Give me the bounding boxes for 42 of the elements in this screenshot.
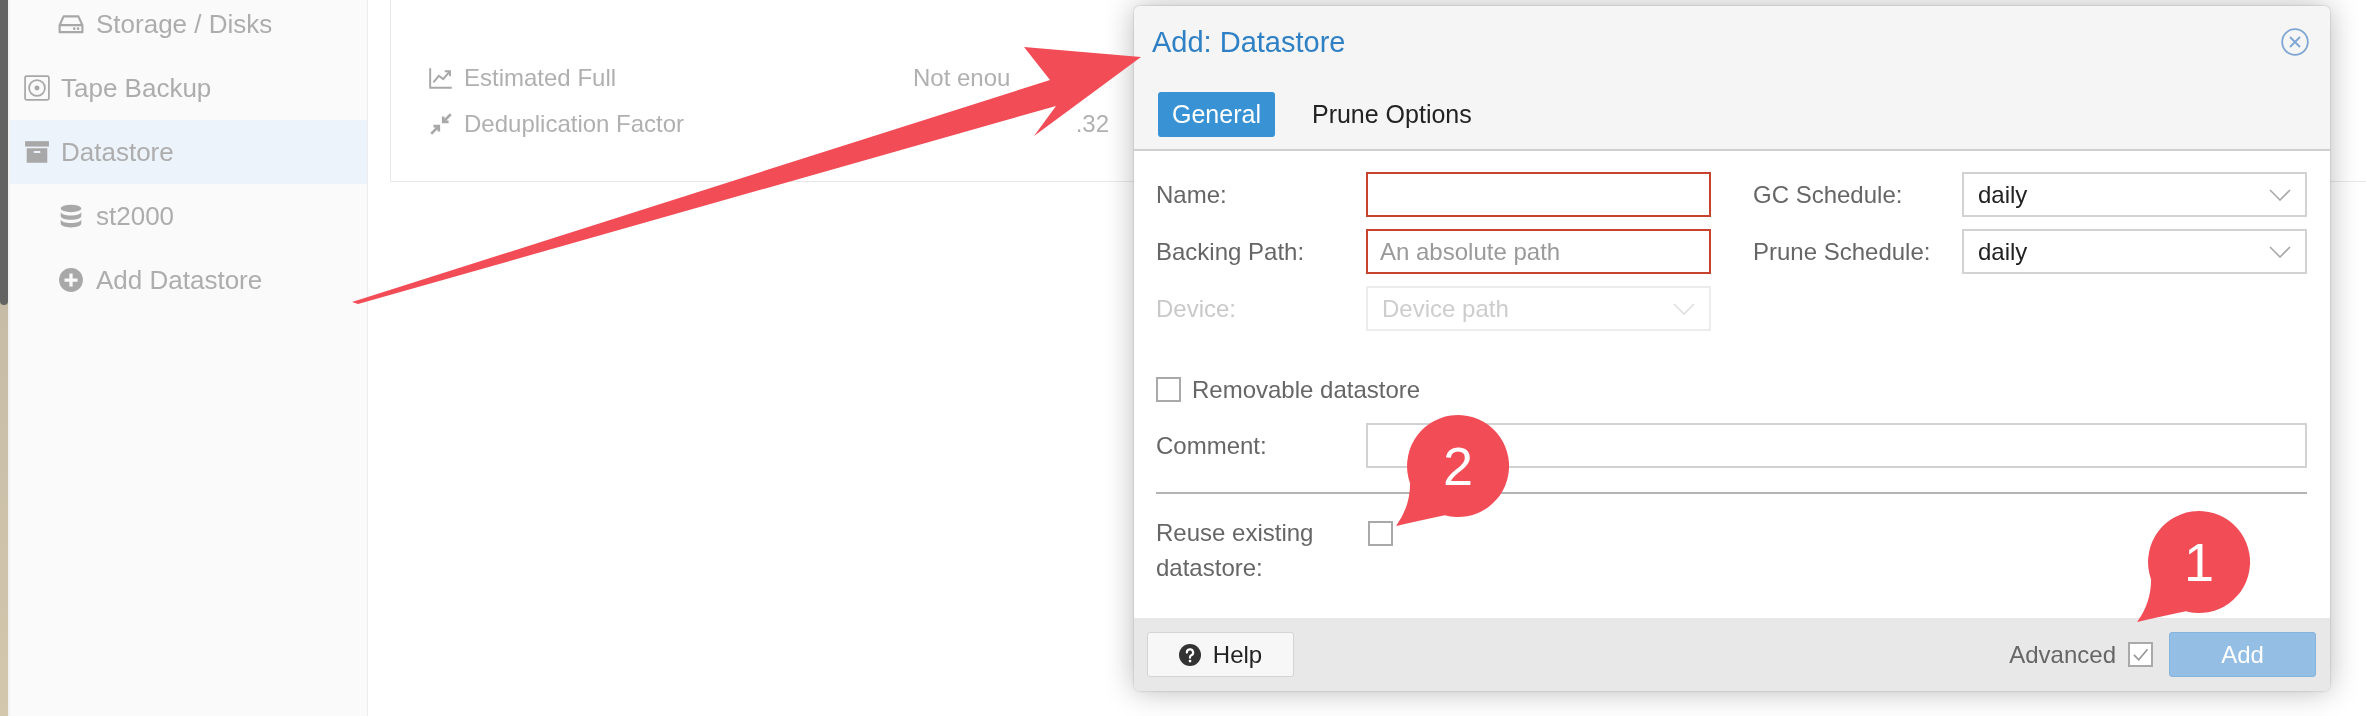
chevron-down-icon xyxy=(1673,302,1695,315)
field-label: Backing Path: xyxy=(1156,237,1306,266)
sidebar-item[interactable]: Datastore xyxy=(10,120,367,184)
checkbox-label[interactable]: Removable datastore xyxy=(1192,375,1421,404)
dropdown-field[interactable]: daily xyxy=(1962,229,2307,274)
chevron-down-icon xyxy=(2269,245,2291,258)
sidebar-item[interactable]: Add Datastore xyxy=(10,248,367,312)
close-button[interactable] xyxy=(2281,28,2309,56)
close-icon xyxy=(2281,28,2309,56)
stat-value: .32 xyxy=(1075,110,1109,138)
tab[interactable]: General xyxy=(1158,92,1275,137)
checkbox[interactable] xyxy=(2128,642,2153,667)
field-label: GC Schedule: xyxy=(1753,180,1904,209)
text-field[interactable] xyxy=(1366,172,1711,217)
dialog-title: Add: Datastore xyxy=(1152,25,1346,59)
sidebar-item[interactable]: Storage / Disks xyxy=(10,0,367,56)
checkbox-label[interactable]: Advanced xyxy=(2009,640,2116,669)
database-icon xyxy=(58,203,84,229)
line-chart-icon xyxy=(428,65,454,91)
field-label: Comment: xyxy=(1156,431,1268,460)
chevron-down-icon xyxy=(2269,188,2291,201)
stat-label: Deduplication Factor xyxy=(464,110,685,138)
callout-badge: 1 xyxy=(2137,511,2251,623)
checkbox[interactable] xyxy=(1156,377,1181,402)
field-label: Prune Schedule: xyxy=(1753,237,1932,266)
checkbox[interactable] xyxy=(1368,521,1393,546)
sidebar-item[interactable]: Tape Backup xyxy=(10,56,367,120)
help-button[interactable]: Help xyxy=(1147,632,1294,677)
field-label: Name: xyxy=(1156,180,1228,209)
sidebar-item[interactable]: st2000 xyxy=(10,184,367,248)
text-field[interactable]: An absolute path xyxy=(1366,229,1711,274)
scrollbar-thumb[interactable] xyxy=(0,0,8,305)
callout-badge: 2 xyxy=(1396,415,1510,527)
plus-circle-icon xyxy=(58,267,84,293)
help-icon xyxy=(1178,643,1201,666)
dropdown-field[interactable]: daily xyxy=(1962,172,2307,217)
compress-arrows-icon xyxy=(428,111,454,137)
field-label: Reuse existing datastore: xyxy=(1156,518,1315,583)
stat-label: Estimated Full xyxy=(464,64,617,92)
tab[interactable]: Prune Options xyxy=(1297,92,1486,137)
archive-box-icon xyxy=(24,139,50,165)
stat-value: Not enou xyxy=(913,64,1011,92)
